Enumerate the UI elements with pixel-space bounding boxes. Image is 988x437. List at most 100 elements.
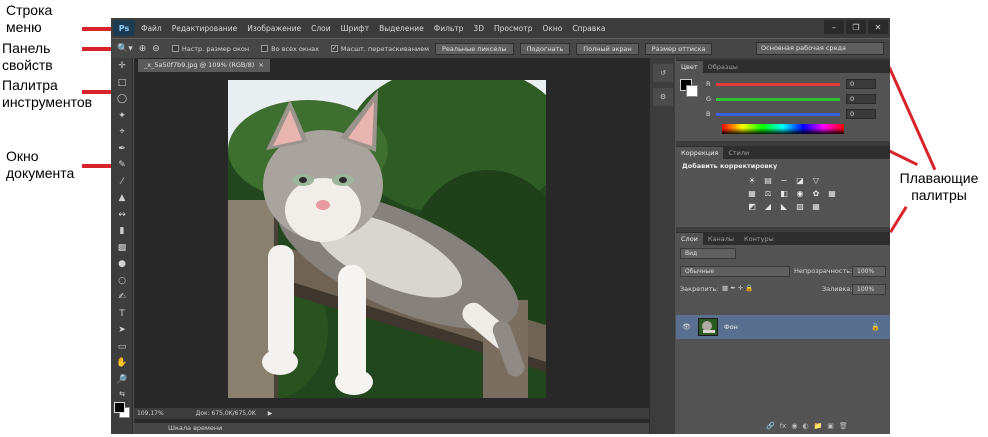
zoom-in-icon[interactable]: ⊕: [139, 44, 147, 54]
shape-tool-icon[interactable]: ▭: [111, 339, 133, 356]
menu-filter[interactable]: Фильтр: [434, 24, 464, 33]
curves-icon[interactable]: ∽: [778, 175, 790, 186]
blur-tool-icon[interactable]: ●: [111, 256, 133, 273]
properties-panel-icon[interactable]: ⚙: [653, 88, 673, 106]
history-panel-icon[interactable]: ↺: [653, 64, 673, 82]
layer-row-background[interactable]: 👁 Фон 🔒: [676, 315, 890, 339]
levels-icon[interactable]: ▤: [762, 175, 774, 186]
swap-colors-icon[interactable]: ⇆: [111, 388, 133, 400]
brightness-icon[interactable]: ☀: [746, 175, 758, 186]
gradient-map-icon[interactable]: ▧: [794, 201, 806, 212]
vibrance-icon[interactable]: ▽: [810, 175, 822, 186]
tab-layers[interactable]: Слои: [676, 233, 703, 245]
eraser-tool-icon[interactable]: ▮: [111, 223, 133, 240]
link-layers-icon[interactable]: 🔗: [766, 422, 775, 430]
opacity-field[interactable]: 100%: [852, 266, 886, 277]
menu-select[interactable]: Выделение: [379, 24, 424, 33]
channel-mixer-icon[interactable]: ✿: [810, 188, 822, 199]
fill-field[interactable]: 100%: [852, 284, 886, 295]
gradient-tool-icon[interactable]: ▩: [111, 240, 133, 257]
actual-pixels-button[interactable]: Реальные пикселы: [435, 42, 514, 55]
stamp-tool-icon[interactable]: ▲: [111, 190, 133, 207]
dodge-tool-icon[interactable]: ○: [111, 273, 133, 290]
marquee-tool-icon[interactable]: □: [111, 75, 133, 92]
menu-file[interactable]: Файл: [141, 24, 162, 33]
healing-tool-icon[interactable]: ✎: [111, 157, 133, 174]
color-slider-g[interactable]: G 0: [706, 93, 886, 105]
path-select-tool-icon[interactable]: ➤: [111, 322, 133, 339]
resize-windows-checkbox[interactable]: Настр. размер окон: [171, 45, 249, 53]
menu-edit[interactable]: Редактирование: [172, 24, 237, 33]
print-size-button[interactable]: Размер оттиска: [644, 42, 713, 55]
bg-color-chip[interactable]: [686, 85, 698, 97]
posterize-icon[interactable]: ◢: [762, 201, 774, 212]
restore-button[interactable]: ❐: [846, 20, 866, 34]
green-value-field[interactable]: 0: [846, 94, 876, 104]
blend-mode-select[interactable]: Обычные: [680, 266, 790, 277]
scrubby-zoom-checkbox[interactable]: ✓ Масшт. перетаскиванием: [330, 45, 429, 53]
lasso-tool-icon[interactable]: ◯: [111, 91, 133, 108]
delete-layer-icon[interactable]: 🗑: [839, 422, 848, 430]
workspace-select[interactable]: Основная рабочая среда: [756, 42, 884, 55]
fit-screen-button[interactable]: Подогнать: [519, 42, 571, 55]
menu-3d[interactable]: 3D: [473, 24, 484, 33]
hand-tool-icon[interactable]: ✋: [111, 355, 133, 372]
tab-styles[interactable]: Стили: [723, 147, 754, 159]
zoom-tool-icon[interactable]: 🔎: [111, 372, 133, 389]
menu-layer[interactable]: Слои: [311, 24, 331, 33]
pen-tool-icon[interactable]: ✍: [111, 289, 133, 306]
hue-saturation-icon[interactable]: ▦: [746, 188, 758, 199]
close-button[interactable]: ✕: [868, 20, 888, 34]
timeline-panel-tab[interactable]: Шкала времени: [134, 422, 649, 434]
minimize-button[interactable]: –: [824, 20, 844, 34]
color-slider-b[interactable]: B 0: [706, 108, 886, 120]
new-layer-icon[interactable]: ▣: [827, 422, 834, 430]
history-brush-icon[interactable]: ↭: [111, 207, 133, 224]
green-slider-track[interactable]: [716, 97, 840, 101]
add-mask-icon[interactable]: ◉: [791, 422, 797, 430]
type-tool-icon[interactable]: T: [111, 306, 133, 323]
status-zoom[interactable]: 109,17%: [137, 410, 164, 417]
blue-slider-track[interactable]: [716, 112, 840, 116]
foreground-color-swatch[interactable]: [114, 402, 125, 413]
blue-value-field[interactable]: 0: [846, 109, 876, 119]
tab-swatches[interactable]: Образцы: [703, 61, 743, 73]
color-lookup-icon[interactable]: ▦: [826, 188, 838, 199]
status-menu-arrow-icon[interactable]: ▶: [268, 410, 273, 417]
invert-icon[interactable]: ◩: [746, 201, 758, 212]
tab-adjustments[interactable]: Коррекция: [676, 147, 724, 159]
photo-filter-icon[interactable]: ◉: [794, 188, 806, 199]
document-tab[interactable]: _x_5a50f7b9.jpg @ 109% (RGB/8) ×: [138, 59, 270, 72]
color-slider-r[interactable]: R 0: [706, 78, 886, 90]
eyedropper-tool-icon[interactable]: ✒: [111, 141, 133, 158]
red-value-field[interactable]: 0: [846, 79, 876, 89]
color-balance-icon[interactable]: ⚖: [762, 188, 774, 199]
document-tab-close-icon[interactable]: ×: [258, 61, 263, 69]
menu-help[interactable]: Справка: [572, 24, 605, 33]
menu-view[interactable]: Просмотр: [494, 24, 533, 33]
quick-select-tool-icon[interactable]: ✦: [111, 108, 133, 125]
color-swatches[interactable]: [111, 400, 133, 422]
canvas-image[interactable]: [228, 80, 546, 398]
fill-screen-button[interactable]: Полный экран: [576, 42, 639, 55]
crop-tool-icon[interactable]: ⌖: [111, 124, 133, 141]
all-windows-checkbox[interactable]: Во всех окнах: [261, 45, 319, 53]
black-white-icon[interactable]: ◧: [778, 188, 790, 199]
move-tool-icon[interactable]: ✛: [111, 58, 133, 75]
tab-paths[interactable]: Контуры: [739, 233, 779, 245]
menu-window[interactable]: Окно: [542, 24, 562, 33]
new-group-icon[interactable]: 📁: [814, 422, 823, 430]
menu-type[interactable]: Шрифт: [341, 24, 369, 33]
fx-icon[interactable]: fx: [780, 422, 787, 430]
brush-tool-icon[interactable]: ⁄: [111, 174, 133, 191]
exposure-icon[interactable]: ◪: [794, 175, 806, 186]
threshold-icon[interactable]: ◣: [778, 201, 790, 212]
tab-channels[interactable]: Каналы: [703, 233, 739, 245]
new-adjustment-icon[interactable]: ◐: [802, 422, 808, 430]
layer-visibility-eye-icon[interactable]: 👁: [682, 323, 691, 331]
zoom-icon[interactable]: 🔍▾: [117, 44, 133, 54]
menu-image[interactable]: Изображение: [247, 24, 301, 33]
lock-icons[interactable]: ▩ ✒ ✛ 🔒: [722, 284, 753, 292]
red-slider-track[interactable]: [716, 82, 840, 86]
selective-color-icon[interactable]: ▦: [810, 201, 822, 212]
